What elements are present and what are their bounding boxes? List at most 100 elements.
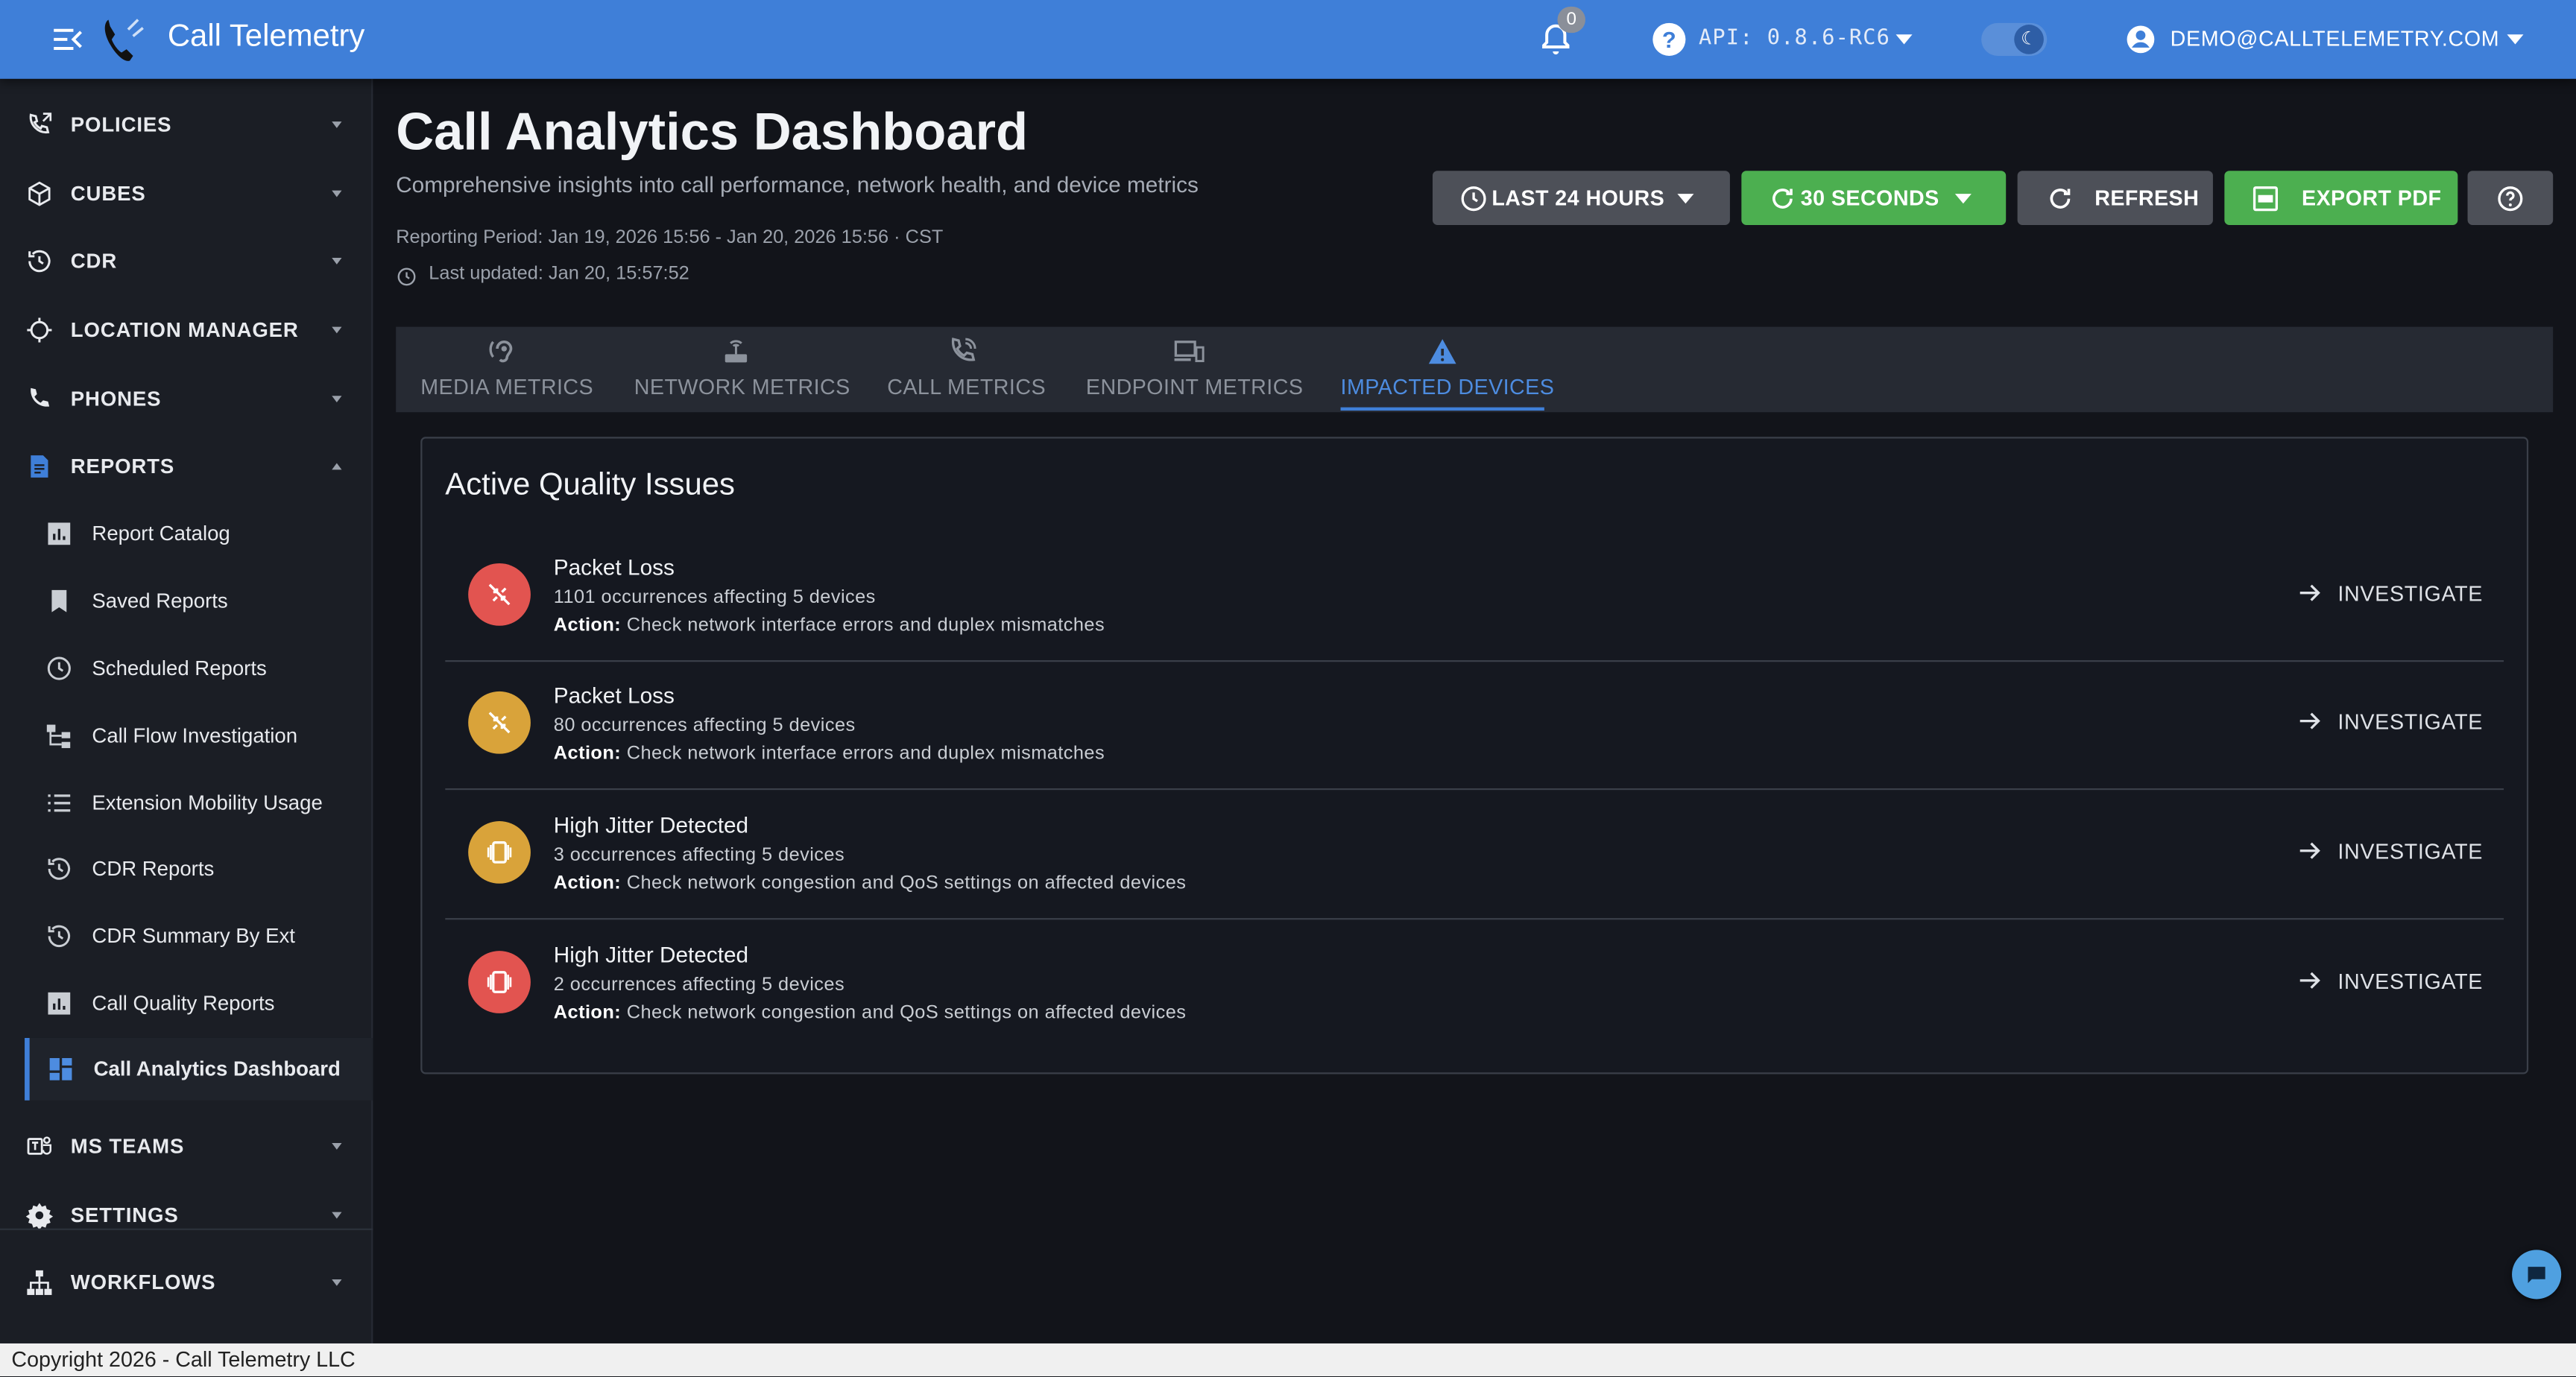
phone-policy-icon xyxy=(29,113,52,133)
chevron-down-icon xyxy=(332,326,342,334)
sidebar-section-cdr[interactable]: CDR xyxy=(0,228,373,294)
sidebar-item-label: CDR Reports xyxy=(92,857,215,881)
tab-call-metrics[interactable]: CALL METRICS xyxy=(887,327,1046,413)
sidebar-section-settings[interactable]: SETTINGS xyxy=(0,1183,373,1248)
refresh-button[interactable]: REFRESH xyxy=(2017,171,2213,225)
sidebar-section-label: CUBES xyxy=(70,182,146,206)
page-title: Call Analytics Dashboard xyxy=(396,101,1029,162)
sidebar-item-label: Scheduled Reports xyxy=(92,656,267,680)
investigate-button[interactable]: INVESTIGATE xyxy=(2295,573,2483,612)
issue-title: High Jitter Detected xyxy=(553,943,749,968)
issue-action: Action: Check network interface errors a… xyxy=(554,616,1105,636)
action-text: Check network congestion and QoS setting… xyxy=(626,873,1187,894)
sidebar-section-policies[interactable]: POLICIES xyxy=(0,92,373,157)
sidebar-item-call-flow-investigation[interactable]: Call Flow Investigation xyxy=(0,705,373,767)
severity-indicator xyxy=(468,563,531,626)
action-label: Action: xyxy=(553,744,622,764)
arrow-right-icon xyxy=(2299,584,2320,601)
sidebar-section-label: LOCATION MANAGER xyxy=(70,318,299,342)
bookmark-icon xyxy=(51,589,67,612)
account-circle-icon[interactable] xyxy=(2124,23,2157,56)
sidebar-section-location-manager[interactable]: LOCATION MANAGER xyxy=(0,297,373,363)
investigate-button[interactable]: INVESTIGATE xyxy=(2295,960,2483,1000)
action-label: Action: xyxy=(553,615,622,636)
sidebar-item-report-catalog[interactable]: Report Catalog xyxy=(0,502,373,565)
tab-media-metrics[interactable]: MEDIA METRICS xyxy=(420,327,593,413)
tab-label: CALL METRICS xyxy=(887,374,1046,399)
footer-copyright: Copyright 2026 - Call Telemetry LLC xyxy=(0,1343,2576,1377)
list-icon xyxy=(48,794,71,812)
clock-icon xyxy=(47,656,71,680)
investigate-button[interactable]: INVESTIGATE xyxy=(2295,831,2483,870)
warning-icon xyxy=(1428,339,1456,364)
help-circle-icon xyxy=(2498,186,2523,211)
hearing-icon xyxy=(489,340,513,363)
chat-support-button[interactable] xyxy=(2512,1250,2562,1300)
sidebar-item-saved-reports[interactable]: Saved Reports xyxy=(0,570,373,633)
action-text: Check network interface errors and duple… xyxy=(626,615,1105,636)
sidebar-section-workflows[interactable]: WORKFLOWS xyxy=(0,1250,373,1315)
history-icon xyxy=(48,925,71,948)
action-label: Action: xyxy=(553,1003,622,1024)
sitemap-icon xyxy=(27,1270,52,1295)
bar-chart-icon xyxy=(48,992,71,1015)
api-version[interactable]: API: 0.8.6-RC6 xyxy=(1699,26,1890,51)
chevron-down-icon xyxy=(332,190,342,197)
issue-occurrences: 80 occurrences affecting 5 devices xyxy=(553,715,856,736)
sidebar-item-call-quality-reports[interactable]: Call Quality Reports xyxy=(0,972,373,1035)
page-subtitle: Comprehensive insights into call perform… xyxy=(396,172,1199,197)
user-menu-caret-icon[interactable] xyxy=(2507,34,2524,45)
issue-action: Action: Check network interface errors a… xyxy=(554,744,1105,763)
sidebar-item-label: Call Analytics Dashboard xyxy=(93,1057,341,1081)
last-updated: Last updated: Jan 20, 15:57:52 xyxy=(429,264,689,285)
arrow-right-icon xyxy=(2299,972,2320,989)
investigate-label: INVESTIGATE xyxy=(2337,580,2484,606)
divider xyxy=(445,788,2504,791)
issue-occurrences: 1101 occurrences affecting 5 devices xyxy=(553,588,876,608)
time-range-select[interactable]: LAST 24 HOURS xyxy=(1432,171,1730,225)
tab-label: ENDPOINT METRICS xyxy=(1085,374,1304,399)
sidebar-item-extension-mobility-usage[interactable]: Extension Mobility Usage xyxy=(0,772,373,835)
sidebar-item-scheduled-reports[interactable]: Scheduled Reports xyxy=(0,637,373,700)
notifications-badge: 0 xyxy=(1557,6,1585,34)
chevron-down-icon xyxy=(332,1279,342,1286)
sidebar-item-label: Extension Mobility Usage xyxy=(92,791,323,815)
sidebar-item-cdr-summary-by-ext[interactable]: CDR Summary By Ext xyxy=(0,905,373,967)
menu-collapse-icon[interactable] xyxy=(49,22,85,57)
export-pdf-label: EXPORT PDF xyxy=(2301,186,2442,211)
help-button[interactable] xyxy=(2467,171,2554,225)
user-email[interactable]: DEMO@CALLTELEMETRY.COM xyxy=(2171,26,2500,51)
api-help-icon[interactable]: ? xyxy=(1652,22,1686,56)
vibration-icon xyxy=(487,971,512,993)
sidebar-item-label: Call Quality Reports xyxy=(92,992,275,1016)
sidebar-divider xyxy=(0,1228,373,1230)
tab-label: NETWORK METRICS xyxy=(634,374,850,399)
sidebar-item-label: Report Catalog xyxy=(92,522,230,545)
bar-chart-icon xyxy=(48,522,71,545)
tab-impacted-devices[interactable]: IMPACTED DEVICES xyxy=(1341,327,1554,413)
sidebar-section-phones[interactable]: PHONES xyxy=(0,367,373,432)
investigate-button[interactable]: INVESTIGATE xyxy=(2295,701,2483,741)
sidebar-item-cdr-reports[interactable]: CDR Reports xyxy=(0,838,373,900)
devices-icon xyxy=(1174,341,1205,363)
sidebar-section-reports[interactable]: REPORTS xyxy=(0,434,373,499)
sidebar-section-ms-teams[interactable]: MS TEAMS xyxy=(0,1113,373,1179)
sidebar-item-call-analytics-dashboard[interactable]: Call Analytics Dashboard xyxy=(25,1037,373,1101)
refresh-icon xyxy=(2050,188,2071,208)
refresh-interval-label: 30 SECONDS xyxy=(1800,186,1939,211)
investigate-label: INVESTIGATE xyxy=(2337,968,2484,993)
export-pdf-button[interactable]: EXPORT PDF xyxy=(2224,171,2458,225)
divider xyxy=(445,918,2504,920)
tab-endpoint-metrics[interactable]: ENDPOINT METRICS xyxy=(1086,327,1303,413)
packet-loss-icon xyxy=(488,583,511,606)
sidebar-section-cubes[interactable]: CUBES xyxy=(0,161,373,227)
dark-mode-toggle[interactable]: ☾ xyxy=(1981,22,2048,56)
refresh-interval-select[interactable]: 30 SECONDS xyxy=(1741,171,2007,225)
api-dropdown-caret-icon[interactable] xyxy=(1895,34,1913,45)
severity-indicator xyxy=(468,821,531,884)
teams-icon xyxy=(27,1136,52,1155)
arrow-right-icon xyxy=(2299,712,2320,729)
sidebar-item-label: Call Flow Investigation xyxy=(92,724,298,747)
tab-network-metrics[interactable]: NETWORK METRICS xyxy=(634,327,850,413)
sidebar-section-label: POLICIES xyxy=(70,113,172,136)
